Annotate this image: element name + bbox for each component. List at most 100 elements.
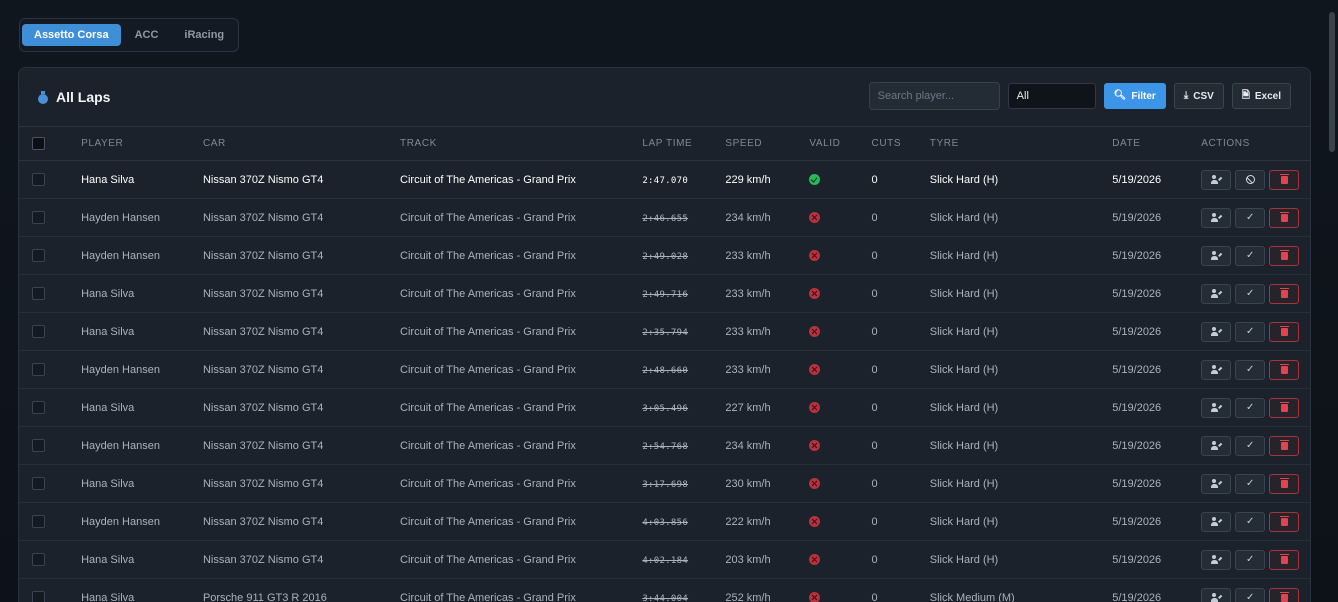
row-checkbox[interactable] bbox=[32, 363, 45, 376]
validate-button[interactable]: ✓ bbox=[1235, 511, 1266, 532]
delete-button[interactable] bbox=[1269, 473, 1300, 494]
cell-track: Circuit of The Americas - Grand Prix bbox=[400, 312, 643, 351]
delete-button[interactable] bbox=[1269, 169, 1300, 190]
page-scrollbar[interactable] bbox=[1329, 12, 1335, 152]
col-valid[interactable]: VALID bbox=[809, 126, 872, 161]
cell-actions: ✓ bbox=[1201, 388, 1310, 427]
cell-player: Hayden Hansen bbox=[81, 198, 203, 237]
col-player[interactable]: PLAYER bbox=[81, 126, 203, 161]
csv-button[interactable]: ⤓ CSV bbox=[1173, 83, 1224, 109]
col-speed[interactable]: SPEED bbox=[725, 126, 810, 161]
excel-button[interactable]: 🗎︎ Excel bbox=[1231, 83, 1291, 109]
delete-button[interactable] bbox=[1269, 511, 1300, 532]
cell-cuts: 0 bbox=[871, 274, 930, 313]
validate-button[interactable]: ✓ bbox=[1235, 473, 1266, 494]
delete-button[interactable] bbox=[1269, 397, 1300, 418]
tab-assetto-corsa[interactable]: Assetto Corsa bbox=[22, 24, 121, 46]
edit-player-button[interactable] bbox=[1201, 397, 1232, 418]
validate-button[interactable]: ✓ bbox=[1235, 587, 1266, 602]
delete-button[interactable] bbox=[1269, 587, 1300, 602]
user-edit-icon bbox=[1210, 479, 1222, 488]
edit-player-button[interactable] bbox=[1201, 435, 1232, 456]
cell-player: Hana Silva bbox=[81, 312, 203, 351]
cell-player: Hana Silva bbox=[81, 540, 203, 579]
col-cuts[interactable]: CUTS bbox=[871, 126, 930, 161]
edit-player-button[interactable] bbox=[1201, 473, 1232, 494]
validate-button[interactable]: ✓ bbox=[1235, 321, 1266, 342]
user-edit-icon bbox=[1210, 441, 1222, 450]
col-date[interactable]: DATE bbox=[1112, 126, 1202, 161]
edit-player-button[interactable] bbox=[1201, 245, 1232, 266]
edit-player-button[interactable] bbox=[1201, 511, 1232, 532]
col-lap-time[interactable]: LAP TIME bbox=[642, 126, 726, 161]
row-select-cell bbox=[19, 350, 82, 389]
delete-button[interactable] bbox=[1269, 283, 1300, 304]
edit-player-button[interactable] bbox=[1201, 359, 1232, 380]
edit-player-button[interactable] bbox=[1201, 321, 1232, 342]
validate-button[interactable]: ✓ bbox=[1235, 245, 1266, 266]
edit-player-button[interactable] bbox=[1201, 587, 1232, 602]
trash-icon bbox=[1279, 401, 1289, 412]
tab-acc[interactable]: ACC bbox=[123, 24, 171, 46]
delete-button[interactable] bbox=[1269, 549, 1300, 570]
cell-cuts: 0 bbox=[871, 236, 930, 275]
cell-actions: ✓ bbox=[1201, 426, 1310, 465]
select-all-checkbox[interactable] bbox=[32, 137, 45, 150]
cell-lap-time: 2:49.028 bbox=[642, 236, 726, 275]
row-checkbox[interactable] bbox=[32, 515, 45, 528]
col-track[interactable]: TRACK bbox=[400, 126, 643, 161]
edit-player-button[interactable] bbox=[1201, 207, 1232, 228]
cell-speed: 234 km/h bbox=[725, 426, 810, 465]
col-tyre[interactable]: TYRE bbox=[929, 126, 1113, 161]
delete-button[interactable] bbox=[1269, 359, 1300, 380]
filter-button[interactable]: 🔍︎ Filter bbox=[1103, 83, 1166, 109]
trash-icon bbox=[1279, 439, 1289, 450]
row-checkbox[interactable] bbox=[32, 591, 45, 602]
row-checkbox[interactable] bbox=[32, 325, 45, 338]
row-checkbox[interactable] bbox=[32, 477, 45, 490]
cell-car: Nissan 370Z Nismo GT4 bbox=[202, 160, 401, 199]
row-checkbox[interactable] bbox=[32, 173, 45, 186]
delete-button[interactable] bbox=[1269, 321, 1300, 342]
lap-time-value: 3:44.004 bbox=[642, 593, 689, 602]
validate-button[interactable]: ✓ bbox=[1235, 397, 1266, 418]
col-car[interactable]: CAR bbox=[202, 126, 401, 161]
validate-button[interactable]: ✓ bbox=[1235, 283, 1266, 304]
x-circle-icon bbox=[809, 554, 821, 566]
delete-button[interactable] bbox=[1269, 435, 1300, 456]
cell-date: 5/19/2026 bbox=[1112, 540, 1202, 579]
row-checkbox[interactable] bbox=[32, 401, 45, 414]
cell-speed: 233 km/h bbox=[725, 236, 810, 275]
tab-iracing[interactable]: iRacing bbox=[172, 24, 236, 46]
search-input[interactable] bbox=[868, 82, 1000, 110]
validate-button[interactable]: ✓ bbox=[1235, 435, 1266, 456]
row-actions: ✓ bbox=[1201, 245, 1310, 266]
edit-player-button[interactable] bbox=[1201, 283, 1232, 304]
cell-lap-time: 3:44.004 bbox=[642, 578, 726, 602]
cell-player: Hayden Hansen bbox=[81, 236, 203, 275]
cell-tyre: Slick Hard (H) bbox=[929, 426, 1113, 465]
row-checkbox[interactable] bbox=[32, 439, 45, 452]
ban-icon bbox=[1245, 175, 1255, 184]
download-icon: ⤓ bbox=[1183, 90, 1189, 101]
row-checkbox[interactable] bbox=[32, 211, 45, 224]
user-edit-icon bbox=[1210, 403, 1222, 412]
cell-date: 5/19/2026 bbox=[1112, 312, 1202, 351]
edit-player-button[interactable] bbox=[1201, 169, 1232, 190]
validity-select[interactable]: All bbox=[1007, 83, 1096, 109]
invalidate-button[interactable] bbox=[1235, 169, 1266, 190]
delete-button[interactable] bbox=[1269, 245, 1300, 266]
cell-player: Hana Silva bbox=[81, 464, 203, 503]
lap-time-value: 2:48.660 bbox=[642, 365, 689, 376]
row-select-cell bbox=[19, 388, 82, 427]
validate-button[interactable]: ✓ bbox=[1235, 549, 1266, 570]
validate-button[interactable]: ✓ bbox=[1235, 359, 1266, 380]
row-checkbox[interactable] bbox=[32, 287, 45, 300]
row-checkbox[interactable] bbox=[32, 553, 45, 566]
cell-tyre: Slick Hard (H) bbox=[929, 274, 1113, 313]
edit-player-button[interactable] bbox=[1201, 549, 1232, 570]
cell-speed: 233 km/h bbox=[725, 350, 810, 389]
delete-button[interactable] bbox=[1269, 207, 1300, 228]
validate-button[interactable]: ✓ bbox=[1235, 207, 1266, 228]
row-checkbox[interactable] bbox=[32, 249, 45, 262]
